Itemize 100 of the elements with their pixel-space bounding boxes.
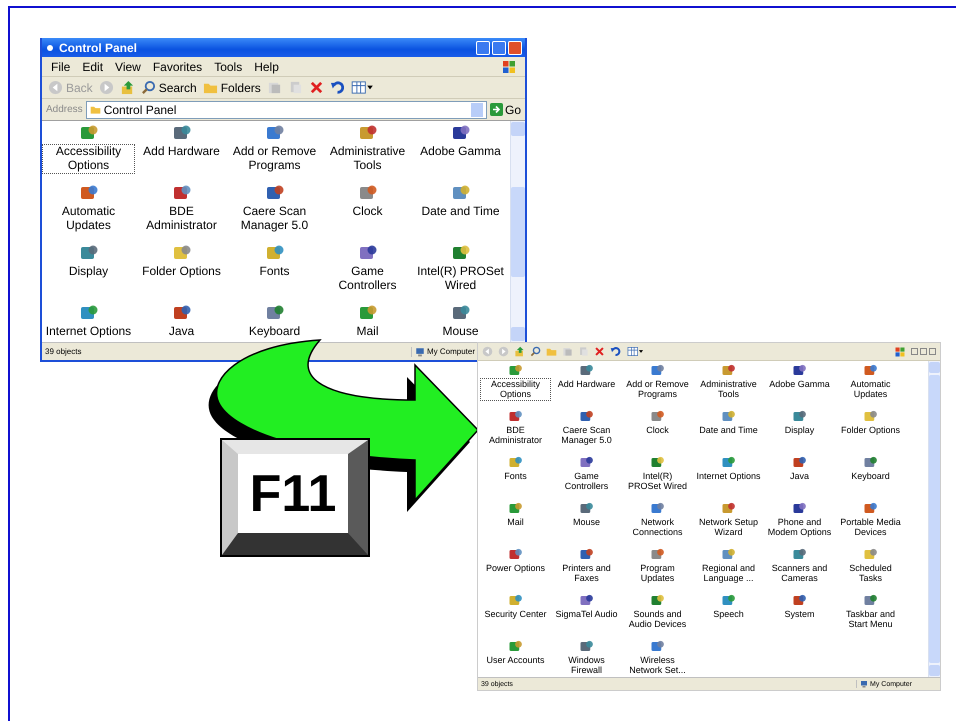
applet-label[interactable]: BDE Administrator bbox=[480, 424, 551, 447]
applet-label[interactable]: Game Controllers bbox=[551, 470, 622, 493]
delete-icon[interactable] bbox=[308, 80, 324, 95]
scrollbar[interactable] bbox=[928, 361, 940, 677]
move-to-icon[interactable] bbox=[266, 80, 282, 95]
applet-icon bbox=[508, 501, 523, 516]
applet-label[interactable]: Automatic Updates bbox=[835, 378, 906, 401]
applet-icon bbox=[579, 455, 594, 470]
applet-label[interactable]: Add or Remove Programs bbox=[622, 378, 693, 401]
menu-item[interactable]: File bbox=[50, 60, 72, 74]
applet-label[interactable]: SigmaTel Audio bbox=[552, 608, 621, 620]
applet-label[interactable]: Wireless Network Set... bbox=[622, 654, 693, 677]
applet-label[interactable]: Game Controllers bbox=[321, 264, 414, 294]
computer-icon bbox=[860, 680, 868, 688]
applet-label[interactable]: Taskbar and Start Menu bbox=[835, 608, 906, 631]
applet-label[interactable]: Caere Scan Manager 5.0 bbox=[228, 204, 321, 234]
applet-label[interactable]: Automatic Updates bbox=[42, 204, 135, 234]
menu-item[interactable]: Help bbox=[253, 60, 280, 74]
applet-label[interactable]: Display bbox=[66, 264, 112, 280]
applet-label[interactable]: Folder Options bbox=[139, 264, 224, 280]
applet-label[interactable]: Internet Options bbox=[693, 470, 764, 482]
dropdown-icon[interactable] bbox=[470, 102, 483, 116]
undo-icon[interactable] bbox=[330, 80, 345, 95]
applet-label[interactable]: Speech bbox=[710, 608, 747, 620]
applet-icon bbox=[721, 409, 736, 424]
address-label: Address bbox=[46, 104, 83, 115]
move-to-icon[interactable] bbox=[562, 346, 573, 357]
applet-label[interactable]: Mail bbox=[504, 516, 527, 528]
views-icon[interactable] bbox=[626, 346, 645, 357]
applet-label[interactable]: Clock bbox=[643, 424, 672, 436]
applet-label[interactable]: Java bbox=[786, 470, 812, 482]
applet-label[interactable]: Program Updates bbox=[622, 562, 693, 585]
applet-label[interactable]: Mouse bbox=[439, 324, 482, 340]
up-folder-icon[interactable] bbox=[120, 80, 135, 95]
applet-label[interactable]: Intel(R) PROSet Wired bbox=[414, 264, 507, 294]
applet-label[interactable]: Add or Remove Programs bbox=[228, 144, 321, 174]
applet-label[interactable]: Clock bbox=[349, 204, 386, 220]
minimize-button[interactable] bbox=[911, 348, 918, 355]
applet-label[interactable]: Display bbox=[782, 424, 818, 436]
delete-icon[interactable] bbox=[594, 346, 605, 357]
applet-label[interactable]: Mouse bbox=[570, 516, 603, 528]
applet-icon bbox=[508, 363, 523, 378]
applet-label[interactable]: Network Connections bbox=[622, 516, 693, 539]
applet-label[interactable]: Portable Media Devices bbox=[835, 516, 906, 539]
applet-label[interactable]: Add Hardware bbox=[140, 144, 223, 160]
applet-label[interactable]: Java bbox=[166, 324, 198, 340]
folder-icon bbox=[546, 346, 557, 357]
applet-icon bbox=[721, 547, 736, 562]
address-field[interactable]: Control Panel bbox=[86, 100, 487, 118]
applet-label[interactable]: Adobe Gamma bbox=[766, 378, 833, 390]
menu-item[interactable]: Tools bbox=[213, 60, 244, 74]
applet-icon bbox=[579, 409, 594, 424]
menu-item[interactable]: Edit bbox=[81, 60, 104, 74]
applet-icon bbox=[863, 547, 878, 562]
scrollbar[interactable] bbox=[510, 121, 525, 342]
applet-label[interactable]: Fonts bbox=[256, 264, 292, 280]
go-button[interactable]: Go bbox=[490, 102, 521, 116]
menu-item[interactable]: View bbox=[114, 60, 142, 74]
applet-label[interactable]: Regional and Language ... bbox=[693, 562, 764, 585]
close-button[interactable] bbox=[929, 348, 936, 355]
applet-label[interactable]: System bbox=[781, 608, 818, 620]
menu-item[interactable]: Favorites bbox=[152, 60, 204, 74]
applet-label[interactable]: Windows Firewall bbox=[551, 654, 622, 677]
applet-label[interactable]: Printers and Faxes bbox=[551, 562, 622, 585]
applet-label[interactable]: Keyboard bbox=[246, 324, 304, 340]
folders-button[interactable]: Folders bbox=[202, 80, 261, 95]
applet-label[interactable]: Accessibility Options bbox=[480, 378, 551, 401]
applet-label[interactable]: Folder Options bbox=[838, 424, 904, 436]
applet-label[interactable]: Fonts bbox=[501, 470, 530, 482]
applet-label[interactable]: Administrative Tools bbox=[693, 378, 764, 401]
applet-label[interactable]: Sounds and Audio Devices bbox=[622, 608, 693, 631]
applet-label[interactable]: Add Hardware bbox=[554, 378, 618, 390]
applet-label[interactable]: Caere Scan Manager 5.0 bbox=[551, 424, 622, 447]
applet-label[interactable]: Mail bbox=[353, 324, 382, 340]
applet-label[interactable]: Security Center bbox=[481, 608, 550, 620]
applet-label[interactable]: Network Setup Wizard bbox=[693, 516, 764, 539]
applet-label[interactable]: Power Options bbox=[482, 562, 548, 574]
views-icon[interactable] bbox=[350, 80, 374, 95]
applet-label[interactable]: Phone and Modem Options bbox=[764, 516, 835, 539]
windows-logo-icon bbox=[894, 346, 906, 358]
applet-label[interactable]: Scheduled Tasks bbox=[835, 562, 906, 585]
applet-label[interactable]: Adobe Gamma bbox=[417, 144, 504, 160]
applet-label[interactable]: Intel(R) PROSet Wired bbox=[622, 470, 693, 493]
applet-label[interactable]: Date and Time bbox=[418, 204, 503, 220]
applet-label[interactable]: Accessibility Options bbox=[42, 144, 135, 174]
applet-label[interactable]: Keyboard bbox=[848, 470, 893, 482]
up-folder-icon[interactable] bbox=[514, 346, 525, 357]
applet-label[interactable]: Scanners and Cameras bbox=[764, 562, 835, 585]
applet-label[interactable]: Date and Time bbox=[696, 424, 761, 436]
applet-label[interactable]: User Accounts bbox=[483, 654, 548, 666]
search-button[interactable]: Search bbox=[140, 80, 197, 95]
applet-icon bbox=[721, 593, 736, 608]
applet-label[interactable]: Internet Options bbox=[42, 324, 134, 340]
undo-icon[interactable] bbox=[610, 346, 621, 357]
applet-label[interactable]: BDE Administrator bbox=[135, 204, 228, 234]
applet-label[interactable]: Administrative Tools bbox=[321, 144, 414, 174]
applet-icon bbox=[579, 547, 594, 562]
maximize-button[interactable] bbox=[492, 40, 506, 54]
applet-icon bbox=[721, 363, 736, 378]
restore-button[interactable] bbox=[920, 348, 927, 355]
